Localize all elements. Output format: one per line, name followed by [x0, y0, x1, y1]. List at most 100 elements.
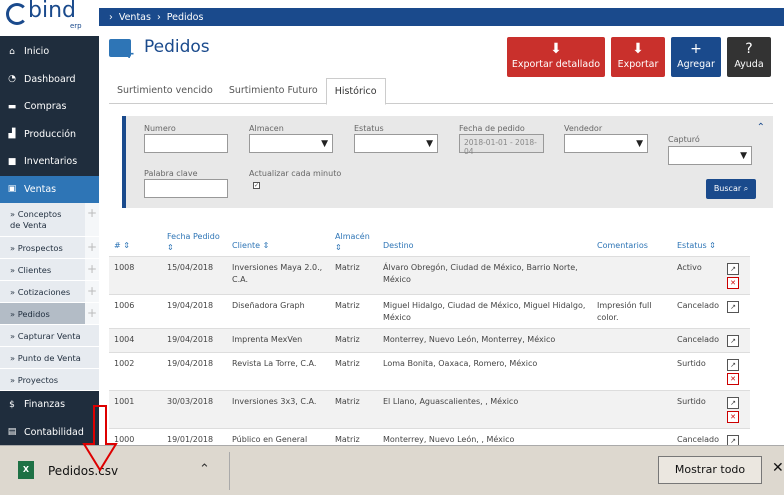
cart-icon: ▬	[7, 101, 17, 112]
almacen-select[interactable]: ▼	[249, 134, 333, 153]
edit-icon[interactable]: ↗	[727, 359, 739, 371]
capturo-select[interactable]: ▼	[668, 146, 752, 165]
sidebar-item-label: Contabilidad	[24, 426, 84, 438]
cell-estatus: Surtido	[677, 397, 706, 406]
sidebar-item-compras[interactable]: ▬ Compras	[0, 93, 99, 121]
question-icon: ?	[745, 41, 753, 57]
sidebar-item-produccion[interactable]: ▟ Producción	[0, 121, 99, 149]
chevron-down-icon: ▼	[321, 139, 328, 149]
add-icon[interactable]: +	[85, 259, 99, 280]
actualizar-checkbox[interactable]: ✓	[253, 182, 260, 189]
sidebar-item-label: Dashboard	[24, 73, 76, 85]
sidebar-item-inventarios[interactable]: ■ Inventarios	[0, 148, 99, 176]
export-button[interactable]: ⬇ Exportar	[611, 37, 665, 77]
cell-almacen: Matriz	[335, 397, 360, 406]
sidebar-item-inicio[interactable]: ⌂ Inicio	[0, 38, 99, 66]
col-estatus[interactable]: Estatus ⇕	[677, 241, 716, 250]
cell-cliente: Imprenta MexVen	[232, 335, 303, 344]
logo-subtext: erp	[70, 22, 82, 30]
sidebar-subitem-capturar-venta[interactable]: » Capturar Venta	[0, 325, 99, 347]
delete-icon[interactable]: ✕	[727, 411, 739, 423]
vendedor-select[interactable]: ▼	[564, 134, 648, 153]
sidebar-subitem-pedidos[interactable]: » Pedidos +	[0, 303, 99, 325]
cell-estatus: Cancelado	[677, 301, 719, 310]
sidebar-item-dashboard[interactable]: ◔ Dashboard	[0, 66, 99, 94]
palabra-label: Palabra clave	[144, 169, 198, 178]
cell-fecha: 15/04/2018	[167, 263, 214, 272]
cell-fecha: 30/03/2018	[167, 397, 214, 406]
edit-icon[interactable]: ↗	[727, 263, 739, 275]
sidebar-subitem-cotizaciones[interactable]: » Cotizaciones +	[0, 281, 99, 303]
sidebar-item-label: Compras	[24, 101, 67, 113]
tab-surtimiento-futuro[interactable]: Surtimiento Futuro	[221, 78, 326, 103]
cell-almacen: Matriz	[335, 263, 360, 272]
edit-icon[interactable]: ↗	[727, 301, 739, 313]
sidebar-item-ventas[interactable]: ▣ Ventas	[0, 175, 99, 203]
sidebar-subitem-prospectos[interactable]: » Prospectos +	[0, 237, 99, 259]
breadcrumb: › Ventas › Pedidos	[99, 8, 784, 26]
breadcrumb-ventas[interactable]: Ventas	[119, 12, 151, 23]
sidebar-subitem-label: » Proyectos	[10, 374, 59, 385]
almacen-label: Almacen	[249, 124, 284, 133]
col-cliente[interactable]: Cliente ⇕	[232, 241, 269, 250]
sidebar-item-label: Inicio	[24, 46, 50, 58]
add-button[interactable]: + Agregar	[671, 37, 721, 77]
add-icon[interactable]: +	[85, 203, 99, 236]
cell-estatus: Activo	[677, 263, 702, 272]
export-label: Exportar	[617, 59, 659, 70]
edit-icon[interactable]: ↗	[727, 397, 739, 409]
cell-destino: El Llano, Aguascalientes, , México	[383, 397, 519, 406]
cell-comentarios: Impresión full color.	[597, 301, 652, 322]
cell-destino: Álvaro Obregón, Ciudad de México, Barrio…	[383, 263, 578, 284]
col-almacen[interactable]: Almacén ⇕	[335, 231, 375, 253]
add-icon[interactable]: +	[85, 237, 99, 258]
page-title: Pedidos	[144, 37, 210, 57]
chevron-up-icon[interactable]: ⌃	[199, 462, 210, 477]
delete-icon[interactable]: ✕	[727, 277, 739, 289]
add-icon[interactable]: +	[85, 281, 99, 302]
cell-cliente: Diseñadora Graph	[232, 301, 305, 310]
help-label: Ayuda	[734, 59, 764, 70]
cell-almacen: Matriz	[335, 301, 360, 310]
chevron-right-icon: ›	[156, 11, 161, 23]
estatus-label: Estatus	[354, 124, 384, 133]
capturo-label: Capturó	[668, 135, 700, 144]
home-icon: ⌂	[9, 46, 15, 57]
tab-historico[interactable]: Histórico	[325, 78, 386, 105]
tab-surtimiento-vencido[interactable]: Surtimiento vencido	[109, 78, 221, 103]
vendedor-label: Vendedor	[564, 124, 603, 133]
add-icon[interactable]: +	[85, 303, 99, 324]
col-destino: Destino	[383, 241, 414, 250]
delete-icon[interactable]: ✕	[727, 373, 739, 385]
chevron-up-icon[interactable]: ⌃	[757, 122, 765, 133]
filter-panel: ⌃ Numero Almacen ▼ Estatus ▼ Fecha de pe…	[122, 116, 773, 208]
sidebar-subitem-punto-de-venta[interactable]: » Punto de Venta	[0, 347, 99, 369]
cell-num: 1002	[114, 359, 135, 368]
logo-mark-icon	[6, 3, 28, 25]
cell-fecha: 19/04/2018	[167, 301, 214, 310]
sidebar-item-label: Ventas	[24, 183, 57, 195]
breadcrumb-pedidos[interactable]: Pedidos	[167, 12, 204, 23]
close-icon[interactable]: ✕	[772, 460, 784, 476]
export-detailed-button[interactable]: ⬇ Exportar detallado	[507, 37, 605, 77]
estatus-select[interactable]: ▼	[354, 134, 438, 153]
edit-icon[interactable]: ↗	[727, 335, 739, 347]
fecha-input[interactable]: 2018-01-01 - 2018-04	[459, 134, 544, 156]
factory-icon: ▟	[8, 129, 16, 140]
col-num[interactable]: # ⇕	[114, 241, 130, 250]
logo[interactable]: bind erp	[0, 0, 99, 36]
sidebar-subitem-conceptos[interactable]: » Conceptos de Venta +	[0, 203, 99, 237]
numero-input[interactable]	[144, 134, 228, 153]
search-label: Buscar	[713, 184, 742, 193]
cell-almacen: Matriz	[335, 359, 360, 368]
sidebar-subitem-proyectos[interactable]: » Proyectos	[0, 369, 99, 391]
col-fecha[interactable]: Fecha Pedido ⇕	[167, 231, 222, 253]
sidebar-subitem-clientes[interactable]: » Clientes +	[0, 259, 99, 281]
help-button[interactable]: ? Ayuda	[727, 37, 771, 77]
logo-text: bind	[28, 0, 76, 23]
palabra-input[interactable]	[144, 179, 228, 198]
search-button[interactable]: Buscar ⌕	[706, 179, 756, 199]
cell-num: 1008	[114, 263, 135, 272]
show-all-button[interactable]: Mostrar todo	[658, 456, 762, 484]
cell-estatus: Cancelado	[677, 335, 719, 344]
